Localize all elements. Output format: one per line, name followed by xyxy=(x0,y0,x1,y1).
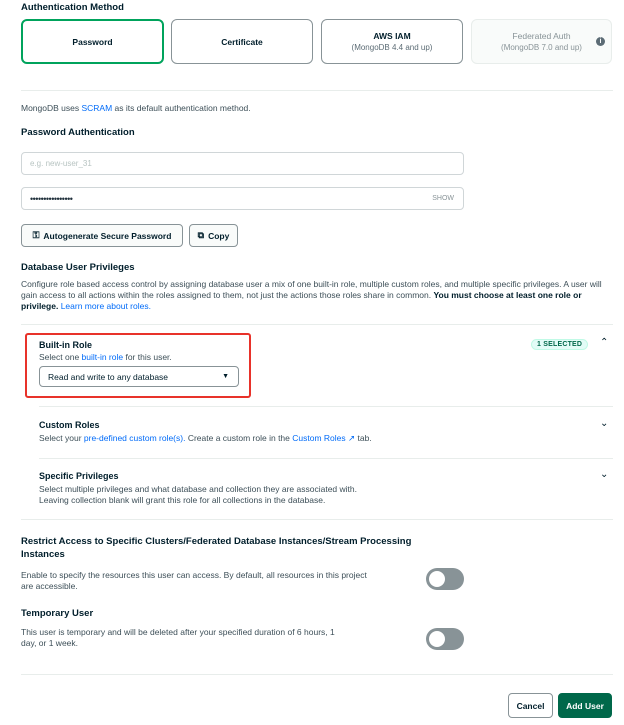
temporary-user-desc: This user is temporary and will be delet… xyxy=(21,627,335,649)
auth-option-label: Federated Auth xyxy=(512,31,571,41)
specific-privileges-line1: Select multiple privileges and what data… xyxy=(39,484,357,494)
auth-option-sub: (MongoDB 7.0 and up) xyxy=(501,43,582,52)
scram-link[interactable]: SCRAM xyxy=(81,103,112,113)
custom-roles-sub-text: tab. xyxy=(355,433,372,443)
caret-down-icon: ▼ xyxy=(222,373,229,380)
temporary-user-desc-line: This user is temporary and will be delet… xyxy=(21,627,335,637)
auth-note: MongoDB uses SCRAM as its default authen… xyxy=(21,103,251,114)
temporary-user-title: Temporary User xyxy=(21,608,94,619)
autogenerate-label: Autogenerate Secure Password xyxy=(43,230,172,241)
restrict-access-title-line: Instances xyxy=(21,549,65,560)
chevron-down-icon[interactable]: ⌄ xyxy=(600,469,608,480)
toggle-knob xyxy=(429,571,445,587)
privileges-description: Configure role based access control by a… xyxy=(21,279,613,312)
builtin-role-sub: Select one built-in role for this user. xyxy=(39,352,172,363)
divider xyxy=(39,458,613,459)
custom-roles-sub: Select your pre-defined custom role(s). … xyxy=(39,433,372,444)
add-user-label: Add User xyxy=(566,700,604,711)
copy-label: Copy xyxy=(208,230,230,241)
divider xyxy=(39,406,613,407)
specific-privileges-title: Specific Privileges xyxy=(39,471,119,481)
restrict-access-title: Restrict Access to Specific Clusters/Fed… xyxy=(21,535,411,561)
password-auth-title: Password Authentication xyxy=(21,127,135,138)
restrict-access-desc-line: are accessible. xyxy=(21,581,78,591)
toggle-knob xyxy=(429,631,445,647)
temporary-user-desc-line: day, or 1 week. xyxy=(21,638,79,648)
divider xyxy=(21,674,613,675)
builtin-role-link[interactable]: built-in role xyxy=(82,352,124,362)
custom-roles-sub-text: Create a custom role in the xyxy=(185,433,293,443)
info-icon[interactable]: i xyxy=(596,37,605,46)
custom-roles-title: Custom Roles xyxy=(39,420,100,430)
builtin-role-sub-text: for this user. xyxy=(123,352,172,362)
add-user-button[interactable]: Add User xyxy=(558,693,612,718)
specific-privileges-line2: Leaving collection blank will grant this… xyxy=(39,495,326,505)
auth-option-label: AWS IAM xyxy=(373,31,411,41)
password-value: •••••••••••••••• xyxy=(30,193,73,204)
auth-method-title: Authentication Method xyxy=(21,2,124,13)
auth-option-federated: Federated Auth (MongoDB 7.0 and up) i xyxy=(471,19,612,64)
divider xyxy=(21,90,613,91)
chevron-down-icon[interactable]: ⌄ xyxy=(600,418,608,429)
chevron-up-icon[interactable]: ⌃ xyxy=(600,337,608,348)
external-link-icon: ↗ xyxy=(345,433,356,443)
builtin-role-select[interactable]: Read and write to any database ▼ xyxy=(39,366,239,387)
builtin-role-sub-text: Select one xyxy=(39,352,82,362)
auth-option-certificate[interactable]: Certificate xyxy=(171,19,313,64)
password-field[interactable]: •••••••••••••••• SHOW xyxy=(21,187,464,210)
restrict-access-desc: Enable to specify the resources this use… xyxy=(21,570,367,592)
restrict-access-toggle[interactable] xyxy=(426,568,464,590)
auth-option-sub: (MongoDB 4.4 and up) xyxy=(351,43,433,52)
copy-icon: ⧉ xyxy=(197,230,205,240)
auth-option-aws-iam[interactable]: AWS IAM (MongoDB 4.4 and up) xyxy=(321,19,463,64)
divider xyxy=(21,519,613,520)
restrict-access-title-line: Restrict Access to Specific Clusters/Fed… xyxy=(21,536,412,547)
key-icon: ⚿ xyxy=(32,230,40,240)
builtin-role-selected-value: Read and write to any database xyxy=(48,371,169,382)
temporary-user-toggle[interactable] xyxy=(426,628,464,650)
autogenerate-password-button[interactable]: ⚿ Autogenerate Secure Password xyxy=(21,224,183,247)
privileges-title: Database User Privileges xyxy=(21,262,135,273)
auth-option-label: Password xyxy=(72,36,113,47)
custom-roles-tab-link[interactable]: Custom Roles xyxy=(292,433,345,443)
custom-roles-sub-text: Select your xyxy=(39,433,84,443)
builtin-role-title: Built-in Role xyxy=(39,340,92,350)
custom-roles-link[interactable]: pre-defined custom role(s). xyxy=(84,433,186,443)
restrict-access-desc-line: Enable to specify the resources this use… xyxy=(21,570,367,580)
copy-password-button[interactable]: ⧉ Copy xyxy=(189,224,238,247)
selected-count-badge: 1 SELECTED xyxy=(531,339,589,350)
cancel-button[interactable]: Cancel xyxy=(508,693,553,718)
auth-option-password[interactable]: Password xyxy=(21,19,164,64)
auth-note-text: as its default authentication method. xyxy=(112,103,251,113)
auth-option-label: Certificate xyxy=(221,36,263,47)
username-input[interactable] xyxy=(30,159,463,168)
learn-more-roles-link[interactable]: Learn more about roles. xyxy=(61,301,151,311)
username-field[interactable] xyxy=(21,152,464,175)
show-password-button[interactable]: SHOW xyxy=(432,195,454,202)
auth-note-text: MongoDB uses xyxy=(21,103,82,113)
divider xyxy=(21,324,613,325)
cancel-label: Cancel xyxy=(516,700,545,711)
